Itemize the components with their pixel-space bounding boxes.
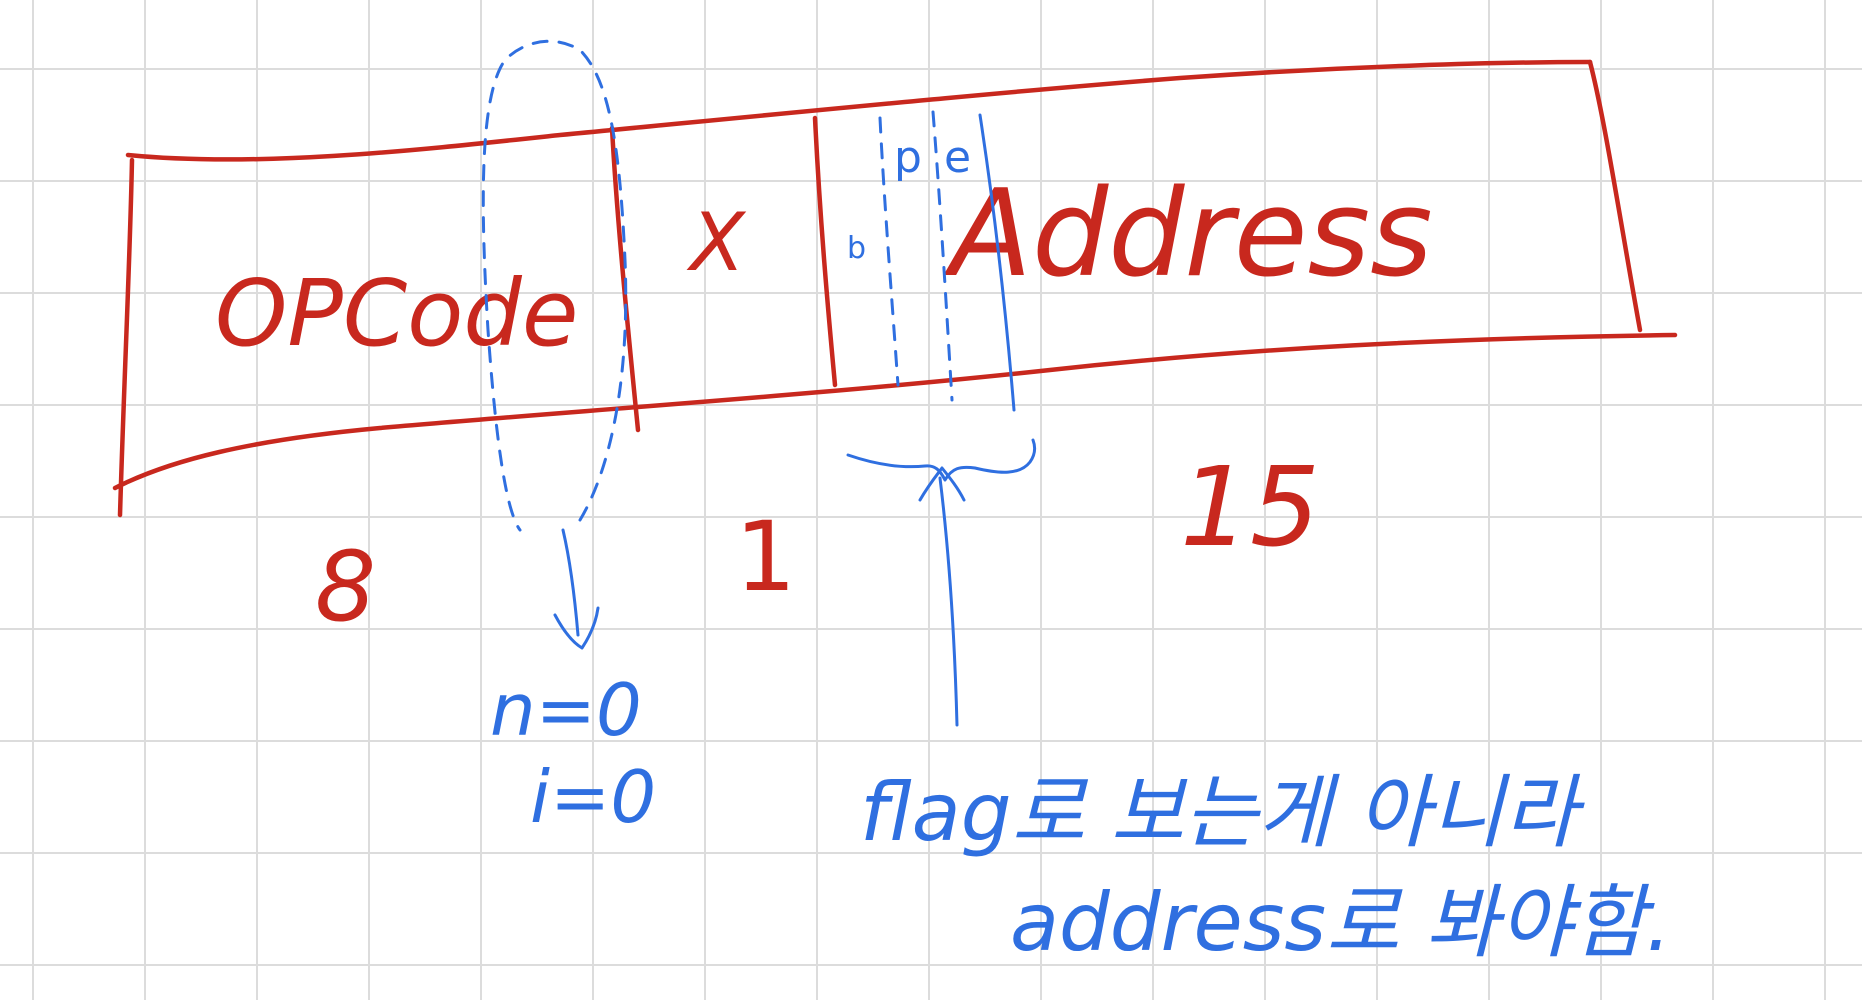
box-left-edge: [117, 157, 135, 518]
flag-p: p: [894, 132, 922, 183]
flag-e: e: [944, 132, 971, 183]
x-address-divider: [812, 115, 838, 388]
flags-arrow-shaft: [938, 476, 959, 727]
i-equals-zero: i=0: [530, 755, 656, 839]
x-bits: 1: [735, 501, 796, 613]
notebook-canvas: OPCode X Address 8 1 15 n=0 i=0 b p e fl…: [0, 0, 1862, 1000]
ni-arrow-shaft: [561, 528, 580, 637]
note-line-2: address로 봐야함.: [1010, 876, 1671, 969]
address-bits: 15: [1180, 443, 1320, 571]
n-equals-zero: n=0: [490, 668, 642, 752]
opcode-bits: 8: [315, 531, 376, 643]
flag-b: b: [847, 231, 866, 266]
box-right-edge: [1587, 59, 1643, 333]
x-label: X: [686, 196, 747, 289]
note-line-1: flag로 보는게 아니라: [860, 766, 1585, 859]
flags-brace: [846, 438, 1037, 482]
instruction-format-diagram: OPCode X Address 8 1 15 n=0 i=0 b p e fl…: [112, 39, 1678, 969]
address-label: Address: [943, 165, 1433, 304]
box-top-edge: [125, 59, 1593, 162]
opcode-label: OPCode: [215, 260, 578, 367]
